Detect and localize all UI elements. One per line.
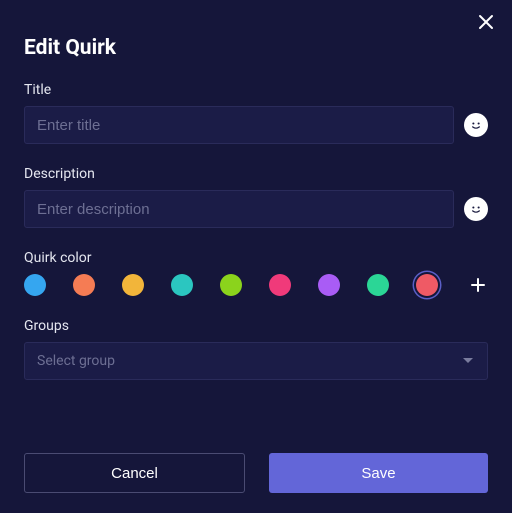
edit-quirk-modal: Edit Quirk Title Description — [0, 0, 512, 513]
color-swatch-pink[interactable] — [269, 274, 291, 296]
title-input[interactable] — [24, 106, 454, 144]
groups-select[interactable]: Select group — [24, 342, 488, 380]
add-color-button[interactable] — [467, 274, 488, 296]
color-swatch-purple[interactable] — [318, 274, 340, 296]
groups-label: Groups — [24, 318, 488, 334]
color-swatch-blue[interactable] — [24, 274, 46, 296]
groups-select-placeholder: Select group — [37, 353, 115, 369]
close-icon — [478, 14, 494, 30]
smiley-icon — [467, 116, 485, 134]
smiley-icon — [467, 200, 485, 218]
description-emoji-button[interactable] — [464, 197, 488, 221]
color-swatch-mint[interactable] — [367, 274, 389, 296]
chevron-down-icon — [463, 358, 473, 364]
title-label: Title — [24, 82, 488, 98]
save-button[interactable]: Save — [269, 453, 488, 493]
description-label: Description — [24, 166, 488, 182]
cancel-button[interactable]: Cancel — [24, 453, 245, 493]
color-swatch-coral[interactable] — [416, 274, 438, 296]
plus-icon — [471, 278, 485, 292]
color-label: Quirk color — [24, 250, 488, 266]
close-button[interactable] — [474, 10, 498, 34]
modal-title: Edit Quirk — [0, 0, 512, 60]
color-swatch-yellow[interactable] — [122, 274, 144, 296]
color-swatch-teal[interactable] — [171, 274, 193, 296]
color-picker — [24, 274, 488, 296]
color-swatch-orange[interactable] — [73, 274, 95, 296]
button-row: Cancel Save — [24, 453, 488, 493]
description-input[interactable] — [24, 190, 454, 228]
title-emoji-button[interactable] — [464, 113, 488, 137]
color-swatch-green[interactable] — [220, 274, 242, 296]
